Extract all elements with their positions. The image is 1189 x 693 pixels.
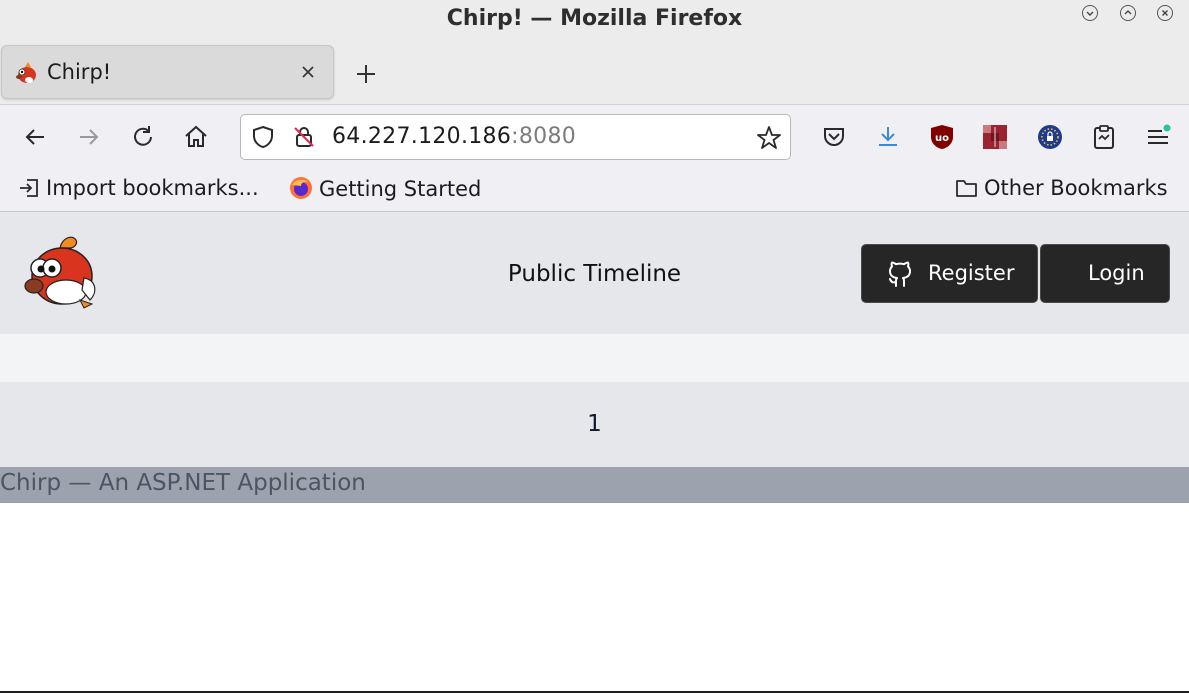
ublock-icon[interactable]: uo: [929, 124, 955, 150]
page-number-label[interactable]: 1: [587, 411, 602, 437]
forward-icon[interactable]: [76, 124, 102, 150]
navigation-toolbar: 64.227.120.186:8080 uo: [0, 104, 1189, 169]
import-icon: [20, 179, 38, 197]
bookmark-star-icon[interactable]: [756, 125, 782, 151]
getting-started-label: Getting Started: [319, 177, 482, 201]
close-tab-icon[interactable]: [300, 64, 316, 80]
pocket-icon[interactable]: [821, 124, 847, 150]
home-icon[interactable]: [183, 124, 209, 150]
chirp-favicon-icon: [16, 62, 36, 83]
tab-strip: Chirp!: [0, 42, 1189, 104]
other-bookmarks-item[interactable]: Other Bookmarks: [955, 176, 1168, 200]
window-titlebar: Chirp! — Mozilla Firefox: [0, 0, 1189, 42]
back-icon[interactable]: [22, 124, 48, 150]
import-bookmarks-label: Import bookmarks...: [46, 176, 259, 200]
url-host: 64.227.120.186: [332, 124, 512, 149]
url-port: :8080: [511, 124, 577, 149]
extension-icon[interactable]: [982, 124, 1008, 150]
other-bookmarks-label: Other Bookmarks: [984, 176, 1168, 200]
site-footer: Chirp — An ASP.NET Application: [0, 467, 1189, 503]
github-icon: [889, 261, 911, 287]
downloads-icon[interactable]: [875, 124, 901, 150]
tab-chirp[interactable]: Chirp!: [1, 45, 334, 99]
pagination: 1: [0, 382, 1189, 467]
menu-icon[interactable]: [1145, 124, 1171, 150]
timeline-area: [0, 334, 1189, 382]
getting-started-item[interactable]: Getting Started: [289, 176, 481, 201]
firefox-icon: [290, 177, 312, 199]
page-number[interactable]: 1: [0, 411, 1189, 437]
privacy-extension-icon[interactable]: [1037, 124, 1063, 150]
import-bookmarks-item[interactable]: Import bookmarks...: [18, 176, 259, 200]
reload-icon[interactable]: [130, 124, 156, 150]
footer-text: Chirp — An ASP.NET Application: [0, 470, 366, 496]
register-label: Register: [928, 261, 1015, 285]
site-header: Public Timeline Register Login: [0, 212, 1189, 334]
login-button[interactable]: Login: [1040, 244, 1170, 303]
tab-title: Chirp!: [47, 60, 112, 84]
insecure-lock-icon[interactable]: [292, 125, 316, 149]
address-bar[interactable]: 64.227.120.186:8080: [240, 114, 791, 160]
clipboard-icon[interactable]: [1091, 124, 1117, 150]
window-title: Chirp! — Mozilla Firefox: [446, 6, 743, 31]
login-label: Login: [1088, 261, 1145, 285]
svg-text:uo: uo: [935, 133, 949, 144]
bookmarks-toolbar: Import bookmarks... Getting Started Othe…: [0, 168, 1189, 212]
register-button[interactable]: Register: [861, 244, 1038, 303]
url-text[interactable]: 64.227.120.186:8080: [332, 124, 576, 149]
minimize-window-icon[interactable]: [1082, 5, 1098, 21]
shield-icon[interactable]: [251, 125, 275, 149]
folder-icon: [956, 180, 977, 197]
maximize-window-icon[interactable]: [1120, 5, 1136, 21]
new-tab-icon[interactable]: [354, 62, 378, 86]
close-window-icon[interactable]: [1157, 5, 1173, 21]
